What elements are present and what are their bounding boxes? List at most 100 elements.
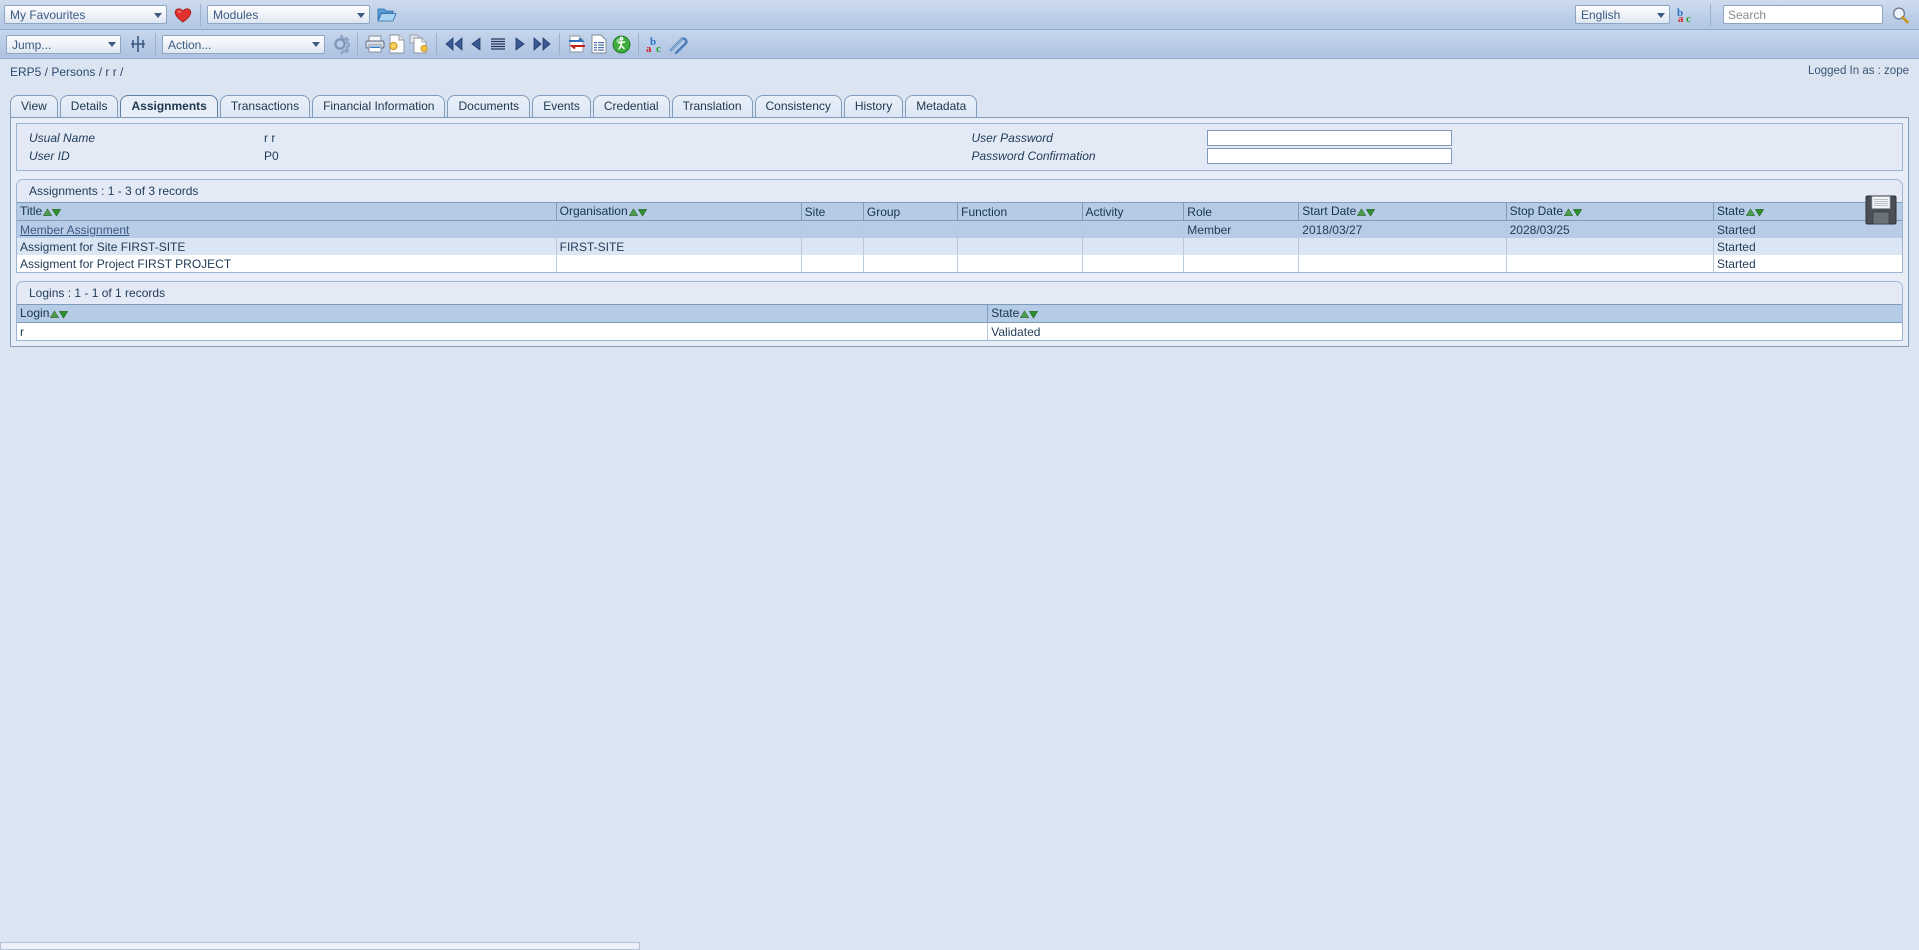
new-document-icon[interactable]	[386, 33, 408, 55]
main-panel: Usual Name r r User ID P0 User Password …	[10, 117, 1909, 347]
chevron-down-icon	[154, 12, 162, 18]
first-page-icon[interactable]	[443, 33, 465, 55]
tab-credential[interactable]: Credential	[592, 95, 670, 117]
column-header-title[interactable]: Title	[17, 202, 557, 221]
user-password-field[interactable]	[1206, 130, 1452, 146]
translate-icon[interactable]: b a c	[1676, 4, 1698, 26]
table-row[interactable]: Assigment for Project FIRST PROJECT Star…	[17, 255, 1902, 272]
column-header-function[interactable]: Function	[957, 202, 1083, 221]
column-header-label: Login	[20, 306, 50, 320]
logins-listbox: Logins : 1 - 1 of 1 records Login State r…	[16, 281, 1903, 341]
column-header-role[interactable]: Role	[1183, 202, 1300, 221]
logins-table-head: Login State	[17, 304, 1902, 323]
sort-icons[interactable]	[628, 205, 647, 219]
sort-icons[interactable]	[1020, 307, 1039, 321]
print-icon[interactable]	[364, 33, 386, 55]
tab-consistency[interactable]: Consistency	[754, 95, 842, 117]
tab-events[interactable]: Events	[532, 95, 591, 117]
open-folder-icon[interactable]	[376, 4, 398, 26]
exchange-icon[interactable]	[566, 33, 588, 55]
tab-transactions[interactable]: Transactions	[219, 95, 311, 117]
breadcrumb: ERP5 / Persons / r r /	[10, 65, 124, 79]
heart-icon[interactable]	[172, 4, 194, 26]
tab-details[interactable]: Details	[59, 95, 119, 117]
tab-history[interactable]: History	[843, 95, 904, 117]
table-row[interactable]: Member Assignment Member 2018/03/27 2028/0…	[17, 220, 1902, 238]
table-cell-group	[863, 255, 959, 272]
person-field-column-left: Usual Name r r User ID P0	[17, 129, 960, 165]
toolbar-divider	[357, 33, 358, 55]
table-cell-activity	[1082, 255, 1185, 272]
column-header-start-date[interactable]: Start Date	[1298, 202, 1507, 221]
sort-icons[interactable]	[1357, 205, 1376, 219]
user-id-row: User ID P0	[17, 147, 960, 165]
translate-icon[interactable]: b a c	[645, 33, 667, 55]
tab-documents[interactable]: Documents	[447, 95, 531, 117]
language-select[interactable]: English	[1575, 5, 1670, 24]
cell-text: Started	[1716, 256, 1756, 271]
tab-bar: View Details Assignments Transactions Financ…	[0, 87, 1919, 117]
table-cell-state: Validated	[987, 322, 1902, 340]
column-header-organisation[interactable]: Organisation	[556, 202, 802, 221]
search-input[interactable]	[1723, 5, 1883, 24]
last-page-icon[interactable]	[531, 33, 553, 55]
column-header-state[interactable]: State	[987, 304, 1902, 323]
password-confirmation-field[interactable]	[1206, 148, 1452, 164]
action-select[interactable]: Action...	[162, 34, 325, 54]
sort-ascending-icon	[43, 208, 53, 217]
column-header-stop-date[interactable]: Stop Date	[1506, 202, 1714, 221]
cell-text: 2018/03/27	[1302, 222, 1363, 237]
tab-view[interactable]: View	[10, 95, 58, 117]
column-header-group[interactable]: Group	[863, 202, 959, 221]
sort-ascending-icon	[1563, 208, 1574, 217]
table-cell-role	[1183, 255, 1300, 272]
assignments-table-head: Title Organisation Site Group Function Activi…	[17, 202, 1902, 221]
person-field-block: Usual Name r r User ID P0 User Password …	[16, 123, 1903, 171]
password-confirmation-row: Password Confirmation	[960, 147, 1903, 165]
cell-text: Assigment for Project FIRST PROJECT	[20, 256, 232, 271]
tab-financial-information[interactable]: Financial Information	[312, 95, 446, 117]
gear-icon[interactable]	[329, 33, 351, 55]
save-button[interactable]	[1864, 194, 1898, 226]
table-row[interactable]: r Validated	[17, 322, 1902, 340]
table-row[interactable]: Assigment for Site FIRST-SITE FIRST-SITE …	[17, 238, 1902, 255]
horizontal-scrollbar[interactable]	[0, 942, 640, 950]
tab-assignments[interactable]: Assignments	[120, 95, 218, 117]
language-select-label: English	[1581, 8, 1621, 22]
next-page-icon[interactable]	[509, 33, 531, 55]
table-cell-state: Started	[1713, 238, 1902, 255]
search-icon[interactable]	[1889, 4, 1911, 26]
sort-icons[interactable]	[1745, 205, 1765, 219]
user-id-value: P0	[264, 149, 279, 163]
column-header-label: Group	[866, 204, 901, 219]
table-cell-group	[863, 238, 959, 255]
row-title-link[interactable]: Member Assignment	[20, 223, 129, 237]
tab-metadata[interactable]: Metadata	[905, 95, 978, 117]
column-header-activity[interactable]: Activity	[1082, 202, 1185, 221]
copy-document-icon[interactable]	[408, 33, 430, 55]
sort-icons[interactable]	[50, 307, 69, 321]
sort-icons[interactable]	[43, 205, 62, 219]
report-icon[interactable]	[588, 33, 610, 55]
column-header-label: State	[991, 306, 1020, 320]
column-header-site[interactable]: Site	[801, 202, 864, 221]
sort-ascending-icon	[628, 208, 638, 217]
table-cell-role	[1183, 238, 1300, 255]
column-header-login[interactable]: Login	[17, 304, 989, 323]
favourites-select[interactable]: My Favourites	[4, 5, 167, 24]
previous-page-icon[interactable]	[465, 33, 487, 55]
jump-select[interactable]: Jump...	[6, 34, 121, 54]
table-cell-function	[957, 238, 1083, 255]
list-icon[interactable]	[487, 33, 509, 55]
jump-target-icon[interactable]	[127, 33, 149, 55]
toolbar-divider	[436, 33, 437, 55]
table-cell-start-date	[1298, 255, 1507, 272]
run-icon[interactable]	[610, 33, 632, 55]
table-cell-activity	[1082, 238, 1185, 255]
table-cell-title[interactable]: Member Assignment	[17, 220, 557, 238]
tab-translation[interactable]: Translation	[671, 95, 753, 117]
sort-icons[interactable]	[1563, 205, 1583, 219]
modules-select[interactable]: Modules	[207, 5, 370, 24]
clip-icon[interactable]	[667, 33, 689, 55]
cell-text: r	[20, 324, 24, 339]
